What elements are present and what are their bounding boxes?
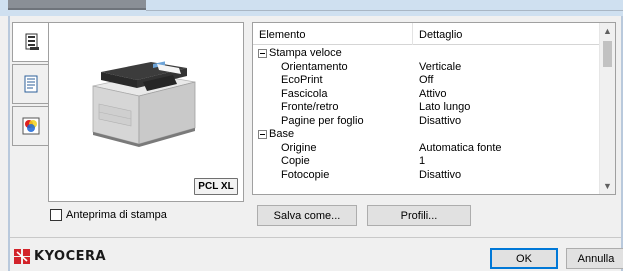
setting-label: Stampa veloce [269,47,342,59]
side-tab-bar [12,22,50,207]
column-header-element[interactable]: Elemento [259,29,305,41]
footer-divider [10,237,621,238]
setting-row[interactable]: EcoPrint Off [253,74,601,88]
color-icon [22,117,39,135]
print-preview-label: Anteprima di stampa [66,209,167,221]
settings-details-list[interactable]: Elemento Dettaglio Stampa veloce Orientam… [252,22,616,195]
kyocera-logo: KYOCERA [14,249,106,264]
setting-label: Pagine per foglio [281,114,364,127]
ok-button[interactable]: OK [490,248,558,269]
cancel-button[interactable]: Annulla [566,248,623,269]
profiles-button[interactable]: Profili... [367,205,471,226]
save-as-button[interactable]: Salva come... [257,205,357,226]
setting-label: Origine [281,141,317,154]
setting-row[interactable]: Orientamento Verticale [253,61,601,75]
setting-row[interactable]: Fronte/retro Lato lungo [253,101,601,115]
group-row[interactable]: Stampa veloce [253,47,601,61]
setting-label: Orientamento [281,60,348,73]
setting-value: Verticale [419,60,462,73]
side-tab-settings-list[interactable] [12,22,50,62]
details-header: Elemento Dettaglio [253,23,601,45]
details-rows: Stampa veloce Orientamento Verticale EcoPri… [253,47,601,182]
collapse-toggle-icon[interactable] [258,49,267,58]
printer-image [92,61,196,147]
setting-label: Base [269,128,295,140]
setting-label: EcoPrint [281,74,323,86]
printer-preview-panel: PCL XL [48,22,244,202]
scroll-down-arrow-icon[interactable]: ▼ [600,178,615,194]
top-tab[interactable] [8,0,146,10]
scroll-thumb[interactable] [603,41,612,67]
setting-row[interactable]: Pagine per foglio Disattivo [253,115,601,129]
scroll-up-arrow-icon[interactable]: ▲ [600,23,615,39]
setting-label: Copie [281,155,310,167]
side-tab-document[interactable] [12,64,48,104]
settings-list-icon [25,33,39,50]
setting-value: Disattivo [419,168,462,181]
setting-value: Lato lungo [419,101,471,113]
setting-label: Fronte/retro [281,101,339,113]
setting-row[interactable]: Fascicola Attivo [253,88,601,102]
brand-name: KYOCERA [34,249,107,264]
setting-label: Fascicola [281,87,328,100]
collapse-toggle-icon[interactable] [258,130,267,139]
details-scrollbar[interactable]: ▲ ▼ [599,23,615,194]
setting-value: 1 [419,155,426,167]
setting-value: Off [419,74,434,86]
setting-row[interactable]: Fotocopie Disattivo [253,169,601,183]
setting-row[interactable]: Origine Automatica fonte [253,142,601,156]
setting-label: Fotocopie [281,168,330,181]
column-header-detail[interactable]: Dettaglio [419,29,462,41]
side-tab-color[interactable] [12,106,48,146]
print-preview-option[interactable]: Anteprima di stampa [50,209,167,221]
top-tab-line [146,0,623,11]
setting-value: Automatica fonte [419,141,502,154]
document-icon [24,75,37,93]
group-row[interactable]: Base [253,128,601,142]
window-top-strip [0,0,623,16]
column-separator [412,23,413,45]
setting-value: Disattivo [419,114,462,127]
print-preview-checkbox[interactable] [50,209,62,221]
pcl-xl-badge: PCL XL [194,178,238,195]
dialog-frame-left [8,16,10,271]
setting-value: Attivo [419,87,447,100]
kyocera-mark-icon [14,249,30,264]
setting-row[interactable]: Copie 1 [253,155,601,169]
